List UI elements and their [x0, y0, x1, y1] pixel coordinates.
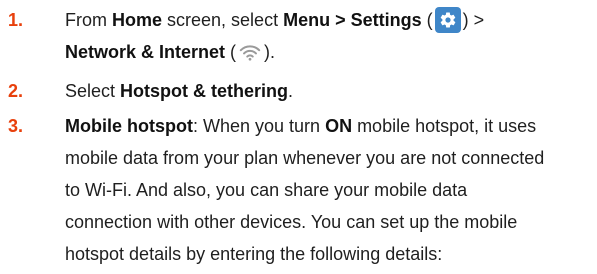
step-line: Mobile hotspot: When you turn ON mobile … [65, 110, 585, 142]
bold-term: Menu > Settings [283, 10, 422, 30]
step-text: Mobile hotspot: When you turn ON mobile … [65, 110, 585, 270]
wifi-icon [239, 45, 261, 61]
step-text: From Home screen, select Menu > Settings… [65, 4, 585, 68]
bold-term: Hotspot & tethering [120, 81, 289, 101]
text-run: screen, select [162, 10, 284, 30]
step-number: 3. [8, 116, 24, 136]
step-line: From Home screen, select Menu > Settings… [65, 4, 585, 36]
step-line: hotspot details by entering the followin… [65, 244, 443, 264]
step-line: Select Hotspot & tethering. [65, 75, 585, 107]
step-number: 1. [8, 10, 24, 30]
settings-gear-icon [434, 7, 461, 33]
step-line: Network & Internet (). [65, 36, 585, 68]
text-run: ( [225, 42, 237, 62]
text-run: ( [421, 10, 433, 30]
bold-term: Mobile hotspot [65, 116, 193, 136]
text-run: ) > [462, 10, 485, 30]
step-line: connection with other devices. You can s… [65, 212, 518, 232]
step-line: mobile data from your plan whenever you … [65, 148, 545, 168]
text-run: mobile hotspot, it uses [352, 116, 537, 136]
text-run: : When you turn [192, 116, 326, 136]
text-run: From [65, 10, 112, 30]
bold-term: Home [112, 10, 163, 30]
text-run: . [288, 81, 294, 101]
bold-term: Network & Internet [65, 42, 226, 62]
bold-term: ON [325, 116, 353, 136]
step-line: to Wi-Fi. And also, you can share your m… [65, 180, 468, 200]
text-run: Select [65, 81, 121, 101]
instruction-steps: 1. From Home screen, select Menu > Setti… [0, 0, 597, 274]
step-number: 2. [8, 81, 24, 101]
step-text: Select Hotspot & tethering. [65, 75, 585, 107]
text-run: ). [264, 42, 276, 62]
